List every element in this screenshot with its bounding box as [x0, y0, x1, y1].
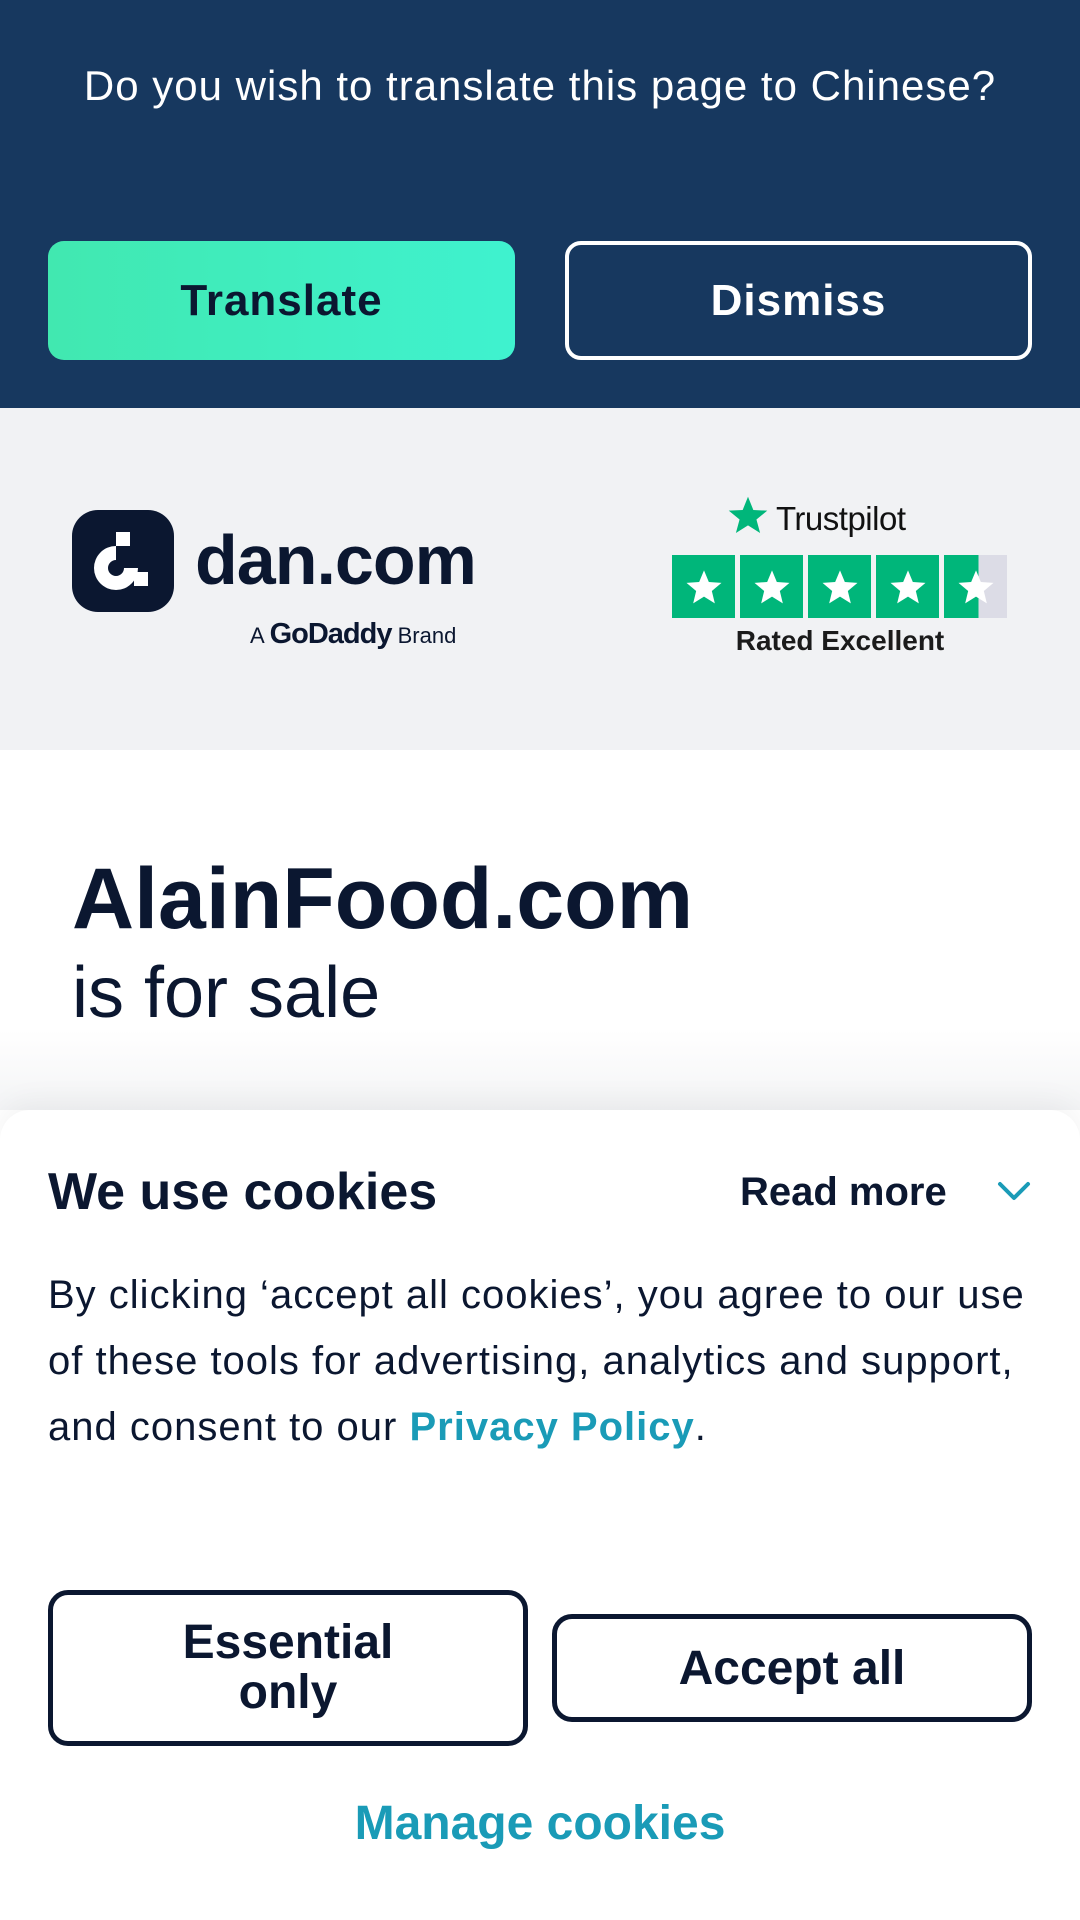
- chevron-down-icon[interactable]: [994, 1176, 1034, 1206]
- half-star-icon: [944, 555, 1007, 618]
- logo-subtitle: A GoDaddy Brand: [250, 618, 494, 651]
- essential-only-button[interactable]: Essential only: [48, 1590, 528, 1746]
- sale-status: is for sale: [72, 953, 381, 1033]
- trustpilot-label: Trustpilot: [776, 500, 906, 537]
- trustpilot-stars: [672, 555, 1008, 618]
- translate-prompt: Do you wish to translate this page to Ch…: [83, 62, 997, 109]
- privacy-policy-link[interactable]: Privacy Policy: [409, 1405, 694, 1449]
- logo-sub-prefix: A: [250, 623, 264, 648]
- translate-button[interactable]: Translate: [48, 241, 515, 360]
- logo-sub-suffix: Brand: [397, 623, 457, 648]
- dismiss-button[interactable]: Dismiss: [565, 241, 1032, 360]
- star-icon: [808, 555, 871, 618]
- cookie-body-end: .: [694, 1405, 707, 1449]
- star-icon: [740, 555, 803, 618]
- read-more-link[interactable]: Read more: [740, 1170, 947, 1215]
- star-icon: [876, 555, 939, 618]
- site-header: dan.com A GoDaddy Brand Trustpilot Rated…: [0, 408, 1080, 750]
- dan-logo-icon[interactable]: [72, 510, 174, 612]
- fade-overlay: [0, 1030, 1080, 1110]
- logo-text[interactable]: dan.com: [195, 520, 477, 600]
- logo-sub-brand: GoDaddy: [269, 618, 393, 650]
- cookie-title: We use cookies: [48, 1163, 438, 1221]
- translate-banner: Do you wish to translate this page to Ch…: [0, 0, 1080, 408]
- cookie-banner: We use cookies Read more By clicking ‘ac…: [0, 1110, 1080, 1920]
- star-icon: [672, 555, 735, 618]
- domain-name: AlainFood.com: [72, 851, 694, 947]
- trustpilot-star-icon: [728, 496, 768, 534]
- accept-all-button[interactable]: Accept all: [552, 1614, 1032, 1722]
- trustpilot-rating-text: Rated Excellent: [735, 625, 945, 656]
- manage-cookies-link[interactable]: Manage cookies: [0, 1796, 1080, 1851]
- cookie-description: By clicking ‘accept all cookies’, you ag…: [48, 1262, 1038, 1460]
